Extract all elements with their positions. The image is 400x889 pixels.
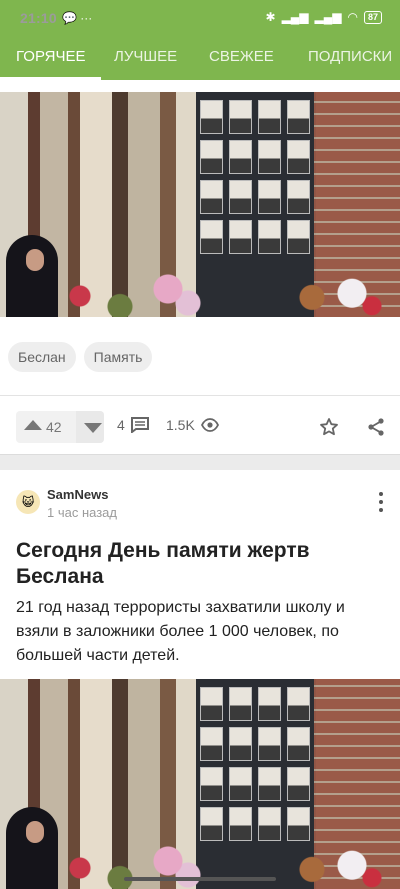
status-time: 21:10 xyxy=(20,10,57,26)
rating-count: 42 xyxy=(46,419,62,435)
avatar-icon: 😺 xyxy=(21,495,35,509)
divider xyxy=(0,395,400,396)
photo-flowers-toys xyxy=(0,247,400,317)
app-header: 21:10 💬 ··· ✱ ▂▄▆ ▂▄▆ ◠ 87 Горячее Лучше… xyxy=(0,0,400,80)
tag-chip[interactable]: Память xyxy=(83,342,153,372)
views-counter: 1.5K xyxy=(166,417,219,433)
photo-portraits xyxy=(200,687,310,841)
wifi-icon: ◠ xyxy=(347,10,358,24)
post-title[interactable]: Сегодня День памяти жертв Беслана xyxy=(16,538,384,590)
post-header: 😺 SamNews 1 час назад xyxy=(16,486,384,526)
tab-new[interactable]: Свежее xyxy=(209,46,274,80)
photo-portraits xyxy=(200,100,310,254)
status-bar: 21:10 💬 ··· ✱ ▂▄▆ ▂▄▆ ◠ 87 xyxy=(0,0,400,36)
post-image[interactable] xyxy=(0,679,400,889)
tab-subscriptions[interactable]: Подписки xyxy=(308,46,392,80)
battery-icon: 87 xyxy=(363,10,382,24)
post-time: 1 час назад xyxy=(47,505,117,520)
more-options-icon[interactable] xyxy=(378,492,384,512)
share-button[interactable] xyxy=(365,416,387,438)
star-icon xyxy=(320,418,338,436)
system-icons: ✱ ▂▄▆ ▂▄▆ ◠ 87 xyxy=(265,10,382,24)
screen: 21:10 💬 ··· ✱ ▂▄▆ ▂▄▆ ◠ 87 Горячее Лучше… xyxy=(0,0,400,889)
downvote-icon[interactable] xyxy=(84,423,102,433)
vote-control: 42 xyxy=(16,411,104,443)
photo-person xyxy=(6,235,58,317)
photo-person xyxy=(6,807,58,889)
eye-icon xyxy=(200,418,219,432)
comment-icon xyxy=(130,417,149,433)
bluetooth-icon: ✱ xyxy=(265,10,276,24)
tab-bar: Горячее Лучшее Свежее Подписки xyxy=(0,46,400,80)
share-icon xyxy=(368,418,384,436)
upvote-icon[interactable] xyxy=(24,420,42,430)
signal-icon: ▂▄▆ xyxy=(314,10,342,24)
avatar[interactable]: 😺 xyxy=(16,490,40,514)
tag-list: Беслан Память xyxy=(8,342,153,372)
views-count: 1.5K xyxy=(166,417,195,433)
tag-chip[interactable]: Беслан xyxy=(8,342,76,372)
signal-icon: ▂▄▆ xyxy=(281,10,309,24)
author-name[interactable]: SamNews xyxy=(47,487,108,502)
post-actions: 42 4 1.5K xyxy=(0,408,400,444)
comments-button[interactable]: 4 xyxy=(117,417,149,433)
home-indicator[interactable] xyxy=(124,877,276,881)
post-text: 21 год назад террористы захватили школу … xyxy=(16,599,345,664)
post-image[interactable] xyxy=(0,92,400,317)
save-button[interactable] xyxy=(318,416,340,438)
feed-separator xyxy=(0,454,400,470)
comments-count: 4 xyxy=(117,417,125,433)
tab-hot[interactable]: Горячее xyxy=(0,46,103,80)
tab-best[interactable]: Лучшее xyxy=(114,46,177,80)
notification-icons: 💬 ··· xyxy=(62,11,93,25)
